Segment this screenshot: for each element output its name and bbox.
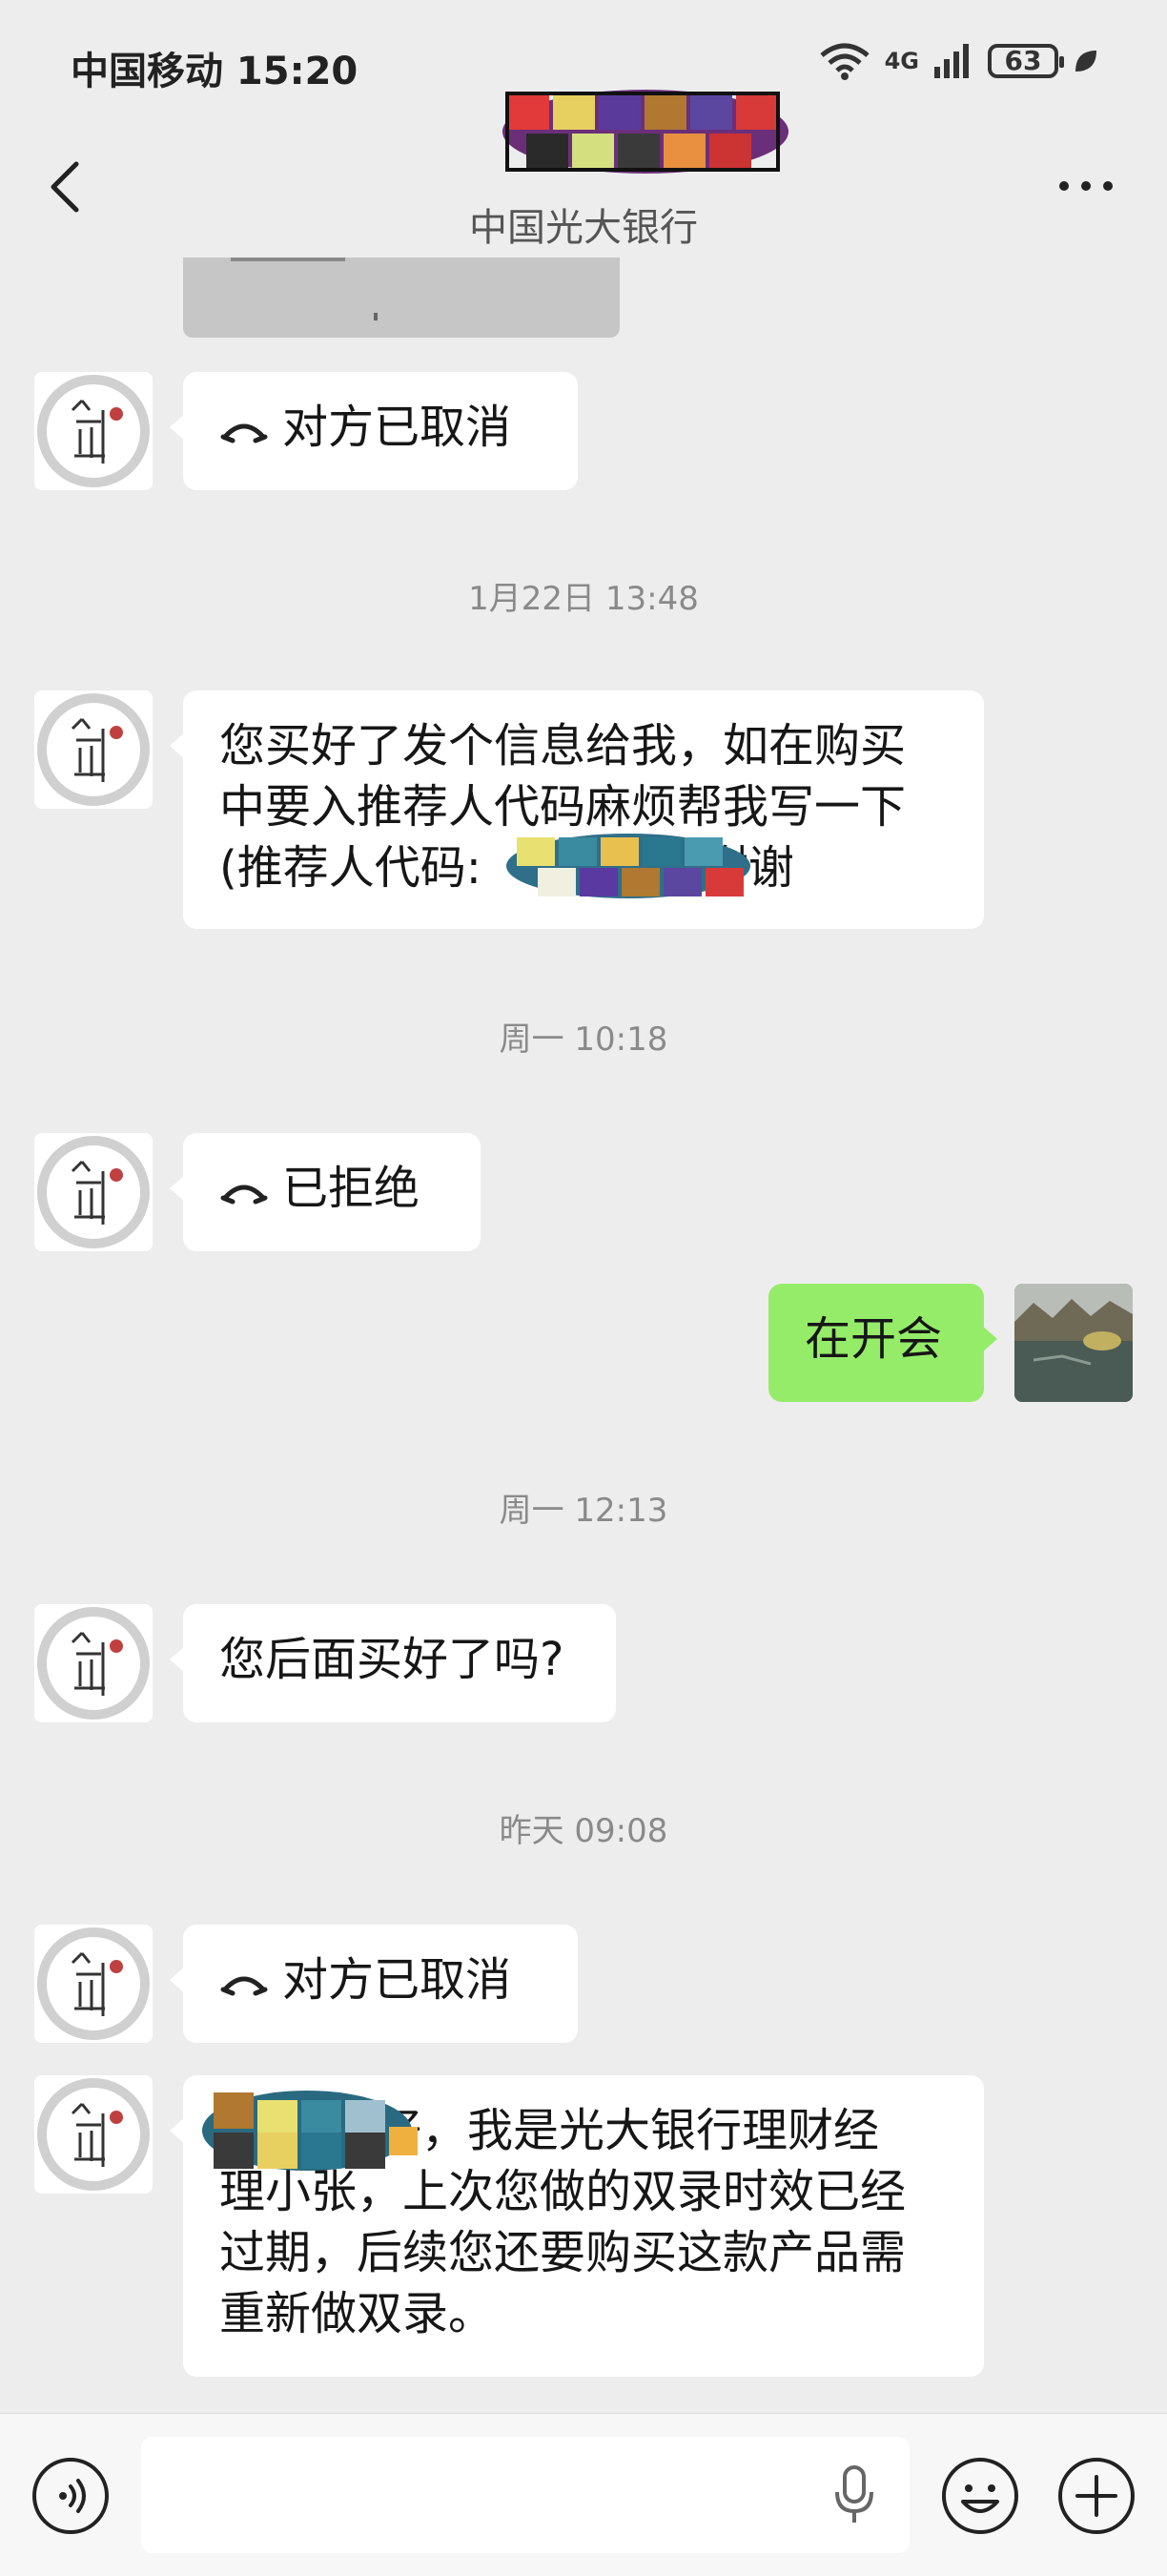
redacted-referral-code <box>506 834 750 898</box>
referral-code-bubble[interactable]: 您买好了发个信息给我，如在购买 中要入推荐人代码麻烦帮我写一下 (推荐人代码:谢… <box>170 690 984 929</box>
message-line: 过期，后续您还要购买这款产品需 <box>219 2226 907 2279</box>
chat-header: 中国光大银行 <box>0 90 1167 258</box>
message-text: 好，我是光大银行理财经 <box>376 2104 880 2157</box>
outgoing-bubble[interactable]: 在开会 <box>768 1284 997 1402</box>
avatar-logo-icon <box>37 1607 150 1720</box>
contact-avatar[interactable] <box>34 1133 153 1251</box>
phone-hangup-icon <box>220 1185 268 1205</box>
message-text: (推荐人代码: <box>219 841 481 895</box>
message-text: 已拒绝 <box>282 1162 420 1215</box>
message-line: 中要入推荐人代码麻烦帮我写一下 <box>219 780 907 834</box>
contact-avatar[interactable] <box>34 2075 153 2194</box>
redacted-contact-name <box>502 90 788 174</box>
contact-avatar[interactable] <box>34 1604 153 1722</box>
document-image-icon <box>231 258 378 320</box>
contact-subtitle: 中国光大银行 <box>469 206 698 250</box>
call-cancelled-bubble[interactable]: 对方已取消 <box>170 372 578 490</box>
leaf-icon <box>1075 51 1096 72</box>
chat-messages[interactable]: 对方已取消 1月22日 13:48 您买好了发个信息给我，如在购买 中要入推荐人… <box>0 258 1167 2413</box>
call-rejected-bubble[interactable]: 已拒绝 <box>170 1133 481 1251</box>
contact-avatar[interactable] <box>34 372 153 490</box>
image-message-partial[interactable] <box>183 258 620 338</box>
message-text: 在开会 <box>805 1312 943 1366</box>
contact-avatar[interactable] <box>34 690 153 809</box>
mic-icon[interactable] <box>828 2463 881 2526</box>
voice-mode-icon[interactable] <box>31 2456 111 2536</box>
avatar-logo-icon <box>37 693 150 806</box>
plus-icon[interactable] <box>1056 2456 1136 2536</box>
message-line: 您买好了发个信息给我，如在购买 <box>219 719 907 773</box>
message-line: (推荐人代码:谢谢 <box>219 834 948 898</box>
timestamp: 周一 12:13 <box>499 1492 668 1530</box>
signal-icon <box>934 44 969 78</box>
question-bubble[interactable]: 您后面买好了吗? <box>170 1604 616 1722</box>
timestamp: 1月22日 13:48 <box>468 580 699 618</box>
timestamp: 昨天 09:08 <box>499 1812 668 1850</box>
emoji-icon[interactable] <box>940 2456 1020 2536</box>
manager-notice-bubble[interactable]: 好，我是光大银行理财经 理小张，上次您做的双录时效已经 过期，后续您还要购买这款… <box>170 2075 984 2377</box>
message-input[interactable] <box>141 2437 910 2553</box>
wifi-icon <box>819 43 870 80</box>
avatar-logo-icon <box>37 2078 150 2191</box>
message-text: 对方已取消 <box>282 401 512 454</box>
my-avatar[interactable] <box>1014 1284 1133 1402</box>
status-icons: 4G 63 <box>818 42 1100 80</box>
avatar-logo-icon <box>37 1927 150 2040</box>
message-line: 重新做双录。 <box>219 2287 495 2340</box>
battery-indicator: 63 <box>988 44 1064 78</box>
avatar-logo-icon <box>37 1136 150 1248</box>
phone-hangup-icon <box>220 1976 268 1996</box>
message-line: 好，我是光大银行理财经 <box>202 2091 948 2171</box>
more-dots-icon[interactable] <box>1053 172 1119 200</box>
avatar-logo-icon <box>37 375 150 487</box>
redacted-greeting <box>202 2091 418 2171</box>
network-label: 4G <box>884 48 919 74</box>
contact-avatar[interactable] <box>34 1925 153 2043</box>
timestamp: 周一 10:18 <box>499 1020 668 1059</box>
message-text: 您后面买好了吗? <box>219 1633 564 1686</box>
carrier-time: 中国移动 15:20 <box>71 50 358 93</box>
message-text: 对方已取消 <box>282 1953 512 2007</box>
phone-hangup-icon <box>220 423 268 443</box>
input-bar <box>0 2413 1167 2576</box>
landscape-photo-icon <box>1014 1284 1133 1402</box>
call-cancelled-bubble[interactable]: 对方已取消 <box>170 1925 578 2043</box>
